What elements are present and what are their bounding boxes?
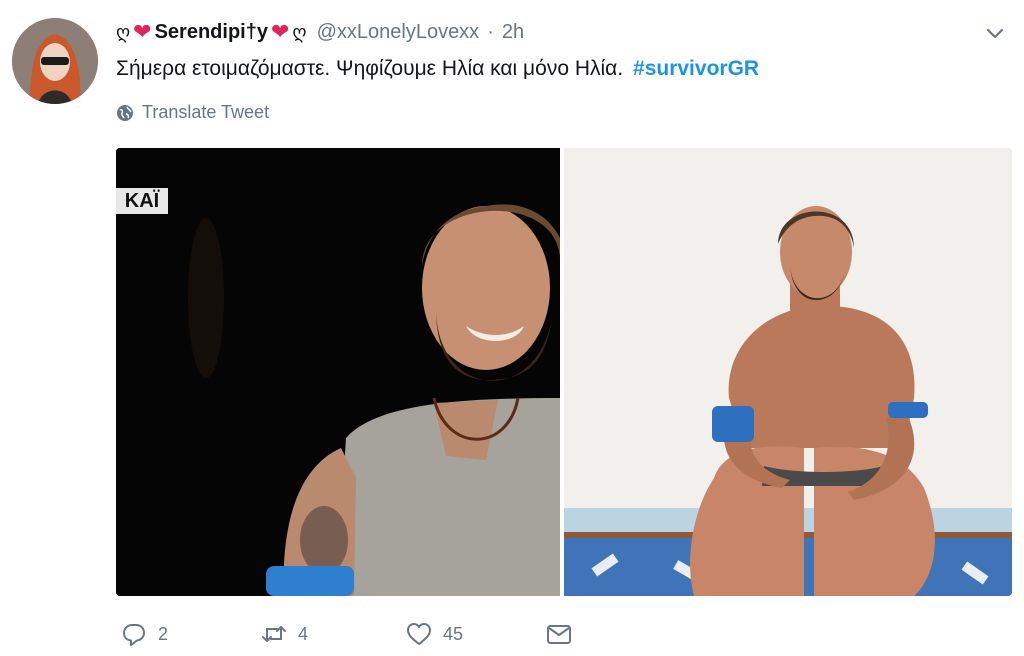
media-photo-right[interactable] bbox=[564, 148, 1012, 596]
tweet-card[interactable]: ღ ❤ Serendipi†y ❤ ღ @xxLonelyLovexx · 2h… bbox=[0, 0, 1024, 656]
display-name[interactable]: ღ ❤ Serendipi†y ❤ ღ bbox=[116, 21, 307, 44]
retweet-icon bbox=[262, 626, 286, 642]
caret-down-icon[interactable] bbox=[984, 22, 1006, 44]
reply-button[interactable]: 2 bbox=[120, 620, 260, 648]
direct-message-button[interactable] bbox=[545, 620, 573, 648]
translate-tweet-button[interactable]: Translate Tweet bbox=[116, 102, 269, 123]
tweet-text: Σήμερα ετοιμαζόμαστε. Ψηφίζουμε Ηλία και… bbox=[116, 54, 759, 84]
direct-message-icon bbox=[547, 625, 571, 644]
display-name-text: Serendipi†y bbox=[154, 20, 268, 43]
hashtag-link[interactable]: #survivorGR bbox=[633, 57, 759, 80]
globe-icon bbox=[117, 104, 133, 121]
tweet-actions: 2 4 45 bbox=[120, 620, 573, 648]
reply-count: 2 bbox=[158, 623, 169, 644]
name-decor-left: ღ bbox=[116, 21, 131, 42]
tweet-media[interactable]: ΚΑΪ bbox=[116, 148, 1012, 596]
photo-man-beach bbox=[564, 148, 1012, 596]
avatar-portrait bbox=[12, 18, 98, 104]
user-handle[interactable]: @xxLonelyLovexx bbox=[317, 21, 480, 44]
heart-icon: ❤ bbox=[133, 19, 152, 44]
like-button[interactable]: 45 bbox=[405, 620, 545, 648]
photo-man-night bbox=[116, 148, 560, 596]
reply-icon bbox=[123, 624, 145, 646]
tweet-header: ღ ❤ Serendipi†y ❤ ღ @xxLonelyLovexx · 2h bbox=[116, 16, 524, 48]
media-photo-left[interactable]: ΚΑΪ bbox=[116, 148, 560, 596]
retweet-button[interactable]: 4 bbox=[260, 620, 405, 648]
retweet-count: 4 bbox=[298, 623, 309, 644]
like-count: 45 bbox=[443, 623, 464, 644]
tv-channel-logo: ΚΑΪ bbox=[116, 188, 168, 214]
user-avatar[interactable] bbox=[12, 18, 98, 104]
tweet-timestamp[interactable]: 2h bbox=[502, 21, 524, 44]
heart-icon: ❤ bbox=[270, 19, 290, 44]
like-icon bbox=[407, 623, 431, 645]
translate-label: Translate Tweet bbox=[142, 102, 270, 122]
name-decor-right: ღ bbox=[292, 21, 307, 42]
tweet-body: Σήμερα ετοιμαζόμαστε. Ψηφίζουμε Ηλία και… bbox=[116, 57, 624, 80]
separator-dot: · bbox=[487, 20, 494, 43]
